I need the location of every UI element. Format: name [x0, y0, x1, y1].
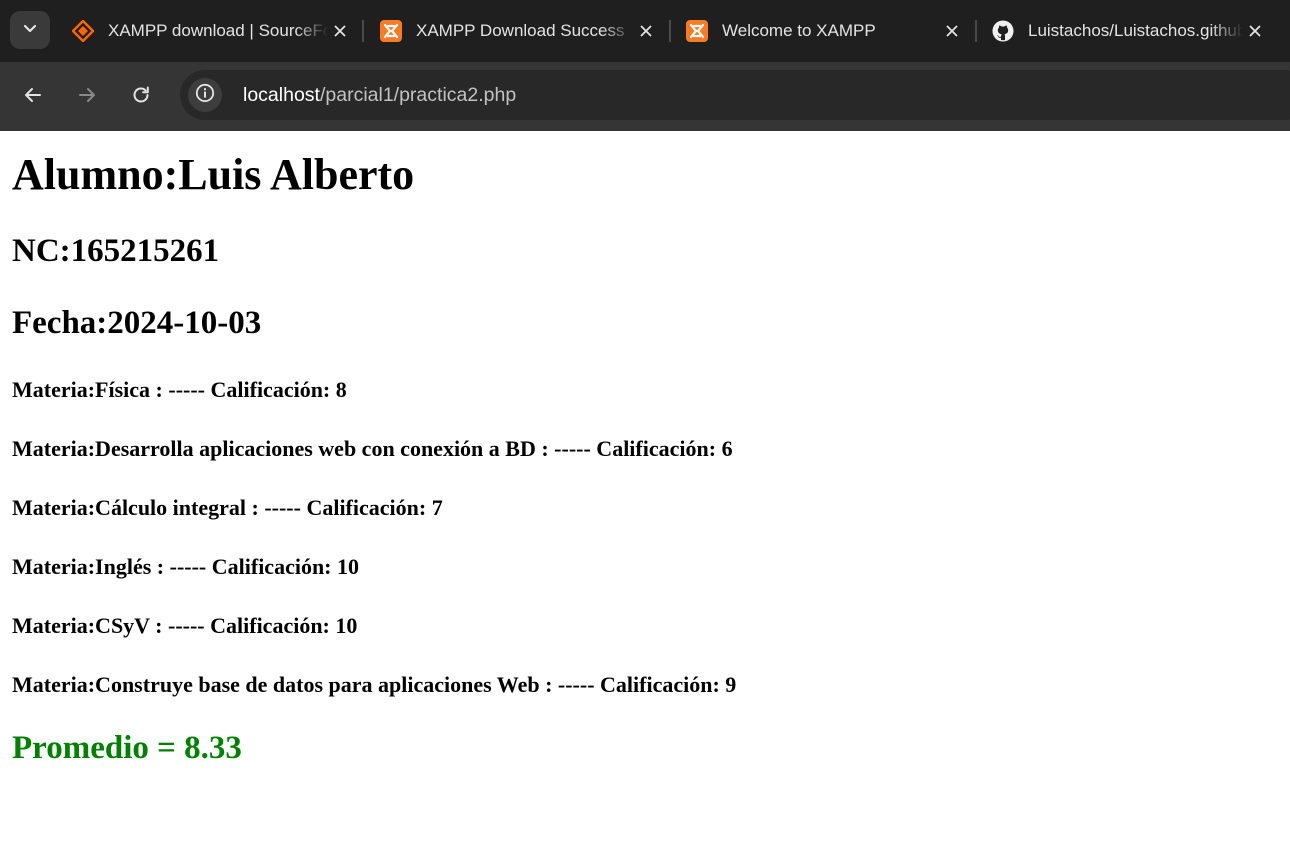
- info-icon: [195, 83, 215, 108]
- github-icon: [992, 20, 1014, 42]
- subject-grade-row: Materia:Inglés : ----- Calificación: 10: [12, 554, 360, 579]
- tab-separator: [362, 20, 364, 42]
- close-icon[interactable]: [1243, 19, 1267, 43]
- tab-search-button[interactable]: [10, 11, 50, 49]
- tab-welcome-to-xampp[interactable]: Welcome to XAMPP: [674, 8, 972, 54]
- tab-title: XAMPP download | SourceForge.net: [108, 21, 328, 40]
- chevron-down-icon: [23, 21, 37, 39]
- date-heading: Fecha:2024-10-03: [12, 305, 262, 341]
- subject-grade-row: Materia:Desarrolla aplicaciones web con …: [12, 436, 733, 461]
- arrow-right-icon: [77, 85, 97, 110]
- tab-separator: [975, 20, 977, 42]
- xampp-icon: [686, 20, 708, 42]
- xampp-icon: [380, 20, 402, 42]
- browser-toolbar: localhost/parcial1/practica2.php: [0, 62, 1290, 131]
- student-nc-heading: NC:165215261: [12, 233, 220, 269]
- back-button[interactable]: [16, 80, 50, 114]
- tab-title: Welcome to XAMPP: [722, 21, 876, 40]
- student-name-heading: Alumno:Luis Alberto: [12, 150, 415, 199]
- arrow-left-icon: [23, 85, 43, 110]
- url-path: /parcial1/practica2.php: [319, 83, 517, 106]
- tab-xampp-download-success[interactable]: XAMPP Download Success: [368, 8, 666, 54]
- reload-button[interactable]: [124, 80, 158, 114]
- site-info-button[interactable]: [188, 78, 222, 112]
- close-icon[interactable]: [328, 19, 352, 43]
- page-content: Alumno:Luis Alberto NC:165215261 Fecha:2…: [0, 131, 1290, 850]
- url-text[interactable]: localhost/parcial1/practica2.php: [243, 84, 516, 107]
- address-bar[interactable]: localhost/parcial1/practica2.php: [180, 70, 1290, 120]
- close-icon[interactable]: [940, 19, 964, 43]
- tab-strip: XAMPP download | SourceForge.net XAMPP D…: [0, 0, 1290, 62]
- forward-button[interactable]: [70, 80, 104, 114]
- subject-grade-row: Materia:Construye base de datos para apl…: [12, 672, 737, 697]
- subject-grade-row: Materia:Cálculo integral : ----- Calific…: [12, 495, 443, 520]
- tab-title: Luistachos/Luistachos.github.io: [1028, 21, 1243, 40]
- tab-separator: [669, 20, 671, 42]
- reload-icon: [131, 85, 151, 110]
- url-host: localhost: [243, 83, 320, 106]
- sourceforge-icon: [72, 20, 94, 42]
- tab-xampp-sourceforge[interactable]: XAMPP download | SourceForge.net: [60, 8, 360, 54]
- subject-grade-row: Materia:Física : ----- Calificación: 8: [12, 377, 347, 402]
- tab-github-luistachos[interactable]: Luistachos/Luistachos.github.io: [980, 8, 1275, 54]
- tab-title: XAMPP Download Success: [416, 21, 625, 40]
- average-heading: Promedio = 8.33: [12, 730, 242, 766]
- subject-grade-row: Materia:CSyV : ----- Calificación: 10: [12, 613, 358, 638]
- close-icon[interactable]: [634, 19, 658, 43]
